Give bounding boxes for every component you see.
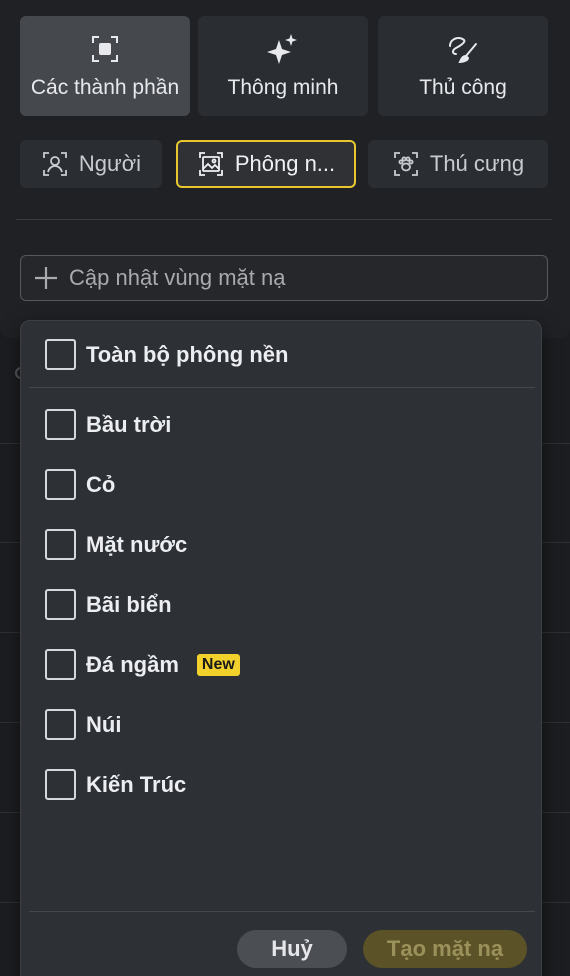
checkbox[interactable] (45, 769, 76, 800)
subject-person-button[interactable]: Người (20, 140, 162, 188)
subject-pet-button[interactable]: Thú cưng (368, 140, 548, 188)
option-all-background[interactable]: Toàn bộ phông nền (45, 339, 288, 370)
option-water[interactable]: Mặt nước (45, 529, 187, 560)
subject-background-button[interactable]: Phông n... (176, 140, 356, 188)
paw-frame-icon (393, 152, 418, 176)
option-beach[interactable]: Bãi biển (45, 589, 172, 620)
checkbox[interactable] (45, 709, 76, 740)
mode-components-button[interactable]: Các thành phần (20, 16, 190, 116)
section-divider (16, 219, 552, 220)
option-architecture[interactable]: Kiến Trúc (45, 769, 186, 800)
option-label: Kiến Trúc (86, 771, 187, 797)
mode-smart-label: Thông minh (227, 76, 339, 99)
brush-icon (449, 37, 477, 64)
mode-manual-button[interactable]: Thủ công (378, 16, 548, 116)
new-badge: New (196, 653, 240, 676)
option-label: Mặt nước (86, 531, 188, 557)
sparkle-icon (267, 34, 297, 64)
option-label: Bầu trời (86, 411, 172, 437)
subject-pet-label: Thú cưng (429, 151, 525, 176)
subject-background-label: Phông n... (234, 151, 336, 176)
person-frame-icon (43, 152, 67, 176)
option-label: Bãi biển (86, 591, 172, 617)
create-mask-button[interactable]: Tạo mặt nạ (363, 930, 527, 968)
plus-icon (35, 267, 57, 289)
option-sky[interactable]: Bầu trời (45, 409, 171, 440)
dropdown-divider (29, 387, 535, 388)
checkbox[interactable] (45, 649, 76, 680)
mode-components-label: Các thành phần (30, 76, 180, 99)
option-label: Đá ngầm (86, 651, 179, 677)
mask-panel: Các thành phần Thông minh Thủ công Người (0, 0, 570, 338)
option-label: Toàn bộ phông nền (86, 341, 289, 367)
dropdown-footer-divider (29, 911, 535, 912)
checkbox[interactable] (45, 339, 76, 370)
checkbox[interactable] (45, 529, 76, 560)
option-label: Cỏ (86, 471, 116, 497)
option-grass[interactable]: Cỏ (45, 469, 115, 500)
target-square-icon (92, 36, 118, 62)
mode-manual-label: Thủ công (419, 76, 507, 99)
cancel-button[interactable]: Huỷ (237, 930, 347, 968)
option-label: Núi (86, 711, 122, 737)
option-mountain[interactable]: Núi (45, 709, 121, 740)
checkbox[interactable] (45, 409, 76, 440)
background-category-dropdown: Toàn bộ phông nền Bầu trời Cỏ Mặt nước B… (20, 320, 542, 976)
mode-smart-button[interactable]: Thông minh (198, 16, 368, 116)
option-reef[interactable]: Đá ngầm New (45, 649, 240, 680)
update-mask-area-button[interactable]: Cập nhật vùng mặt nạ (20, 255, 548, 301)
checkbox[interactable] (45, 589, 76, 620)
subject-person-label: Người (78, 151, 142, 176)
checkbox[interactable] (45, 469, 76, 500)
update-mask-area-label: Cập nhật vùng mặt nạ (69, 265, 286, 290)
image-frame-icon (198, 152, 223, 176)
